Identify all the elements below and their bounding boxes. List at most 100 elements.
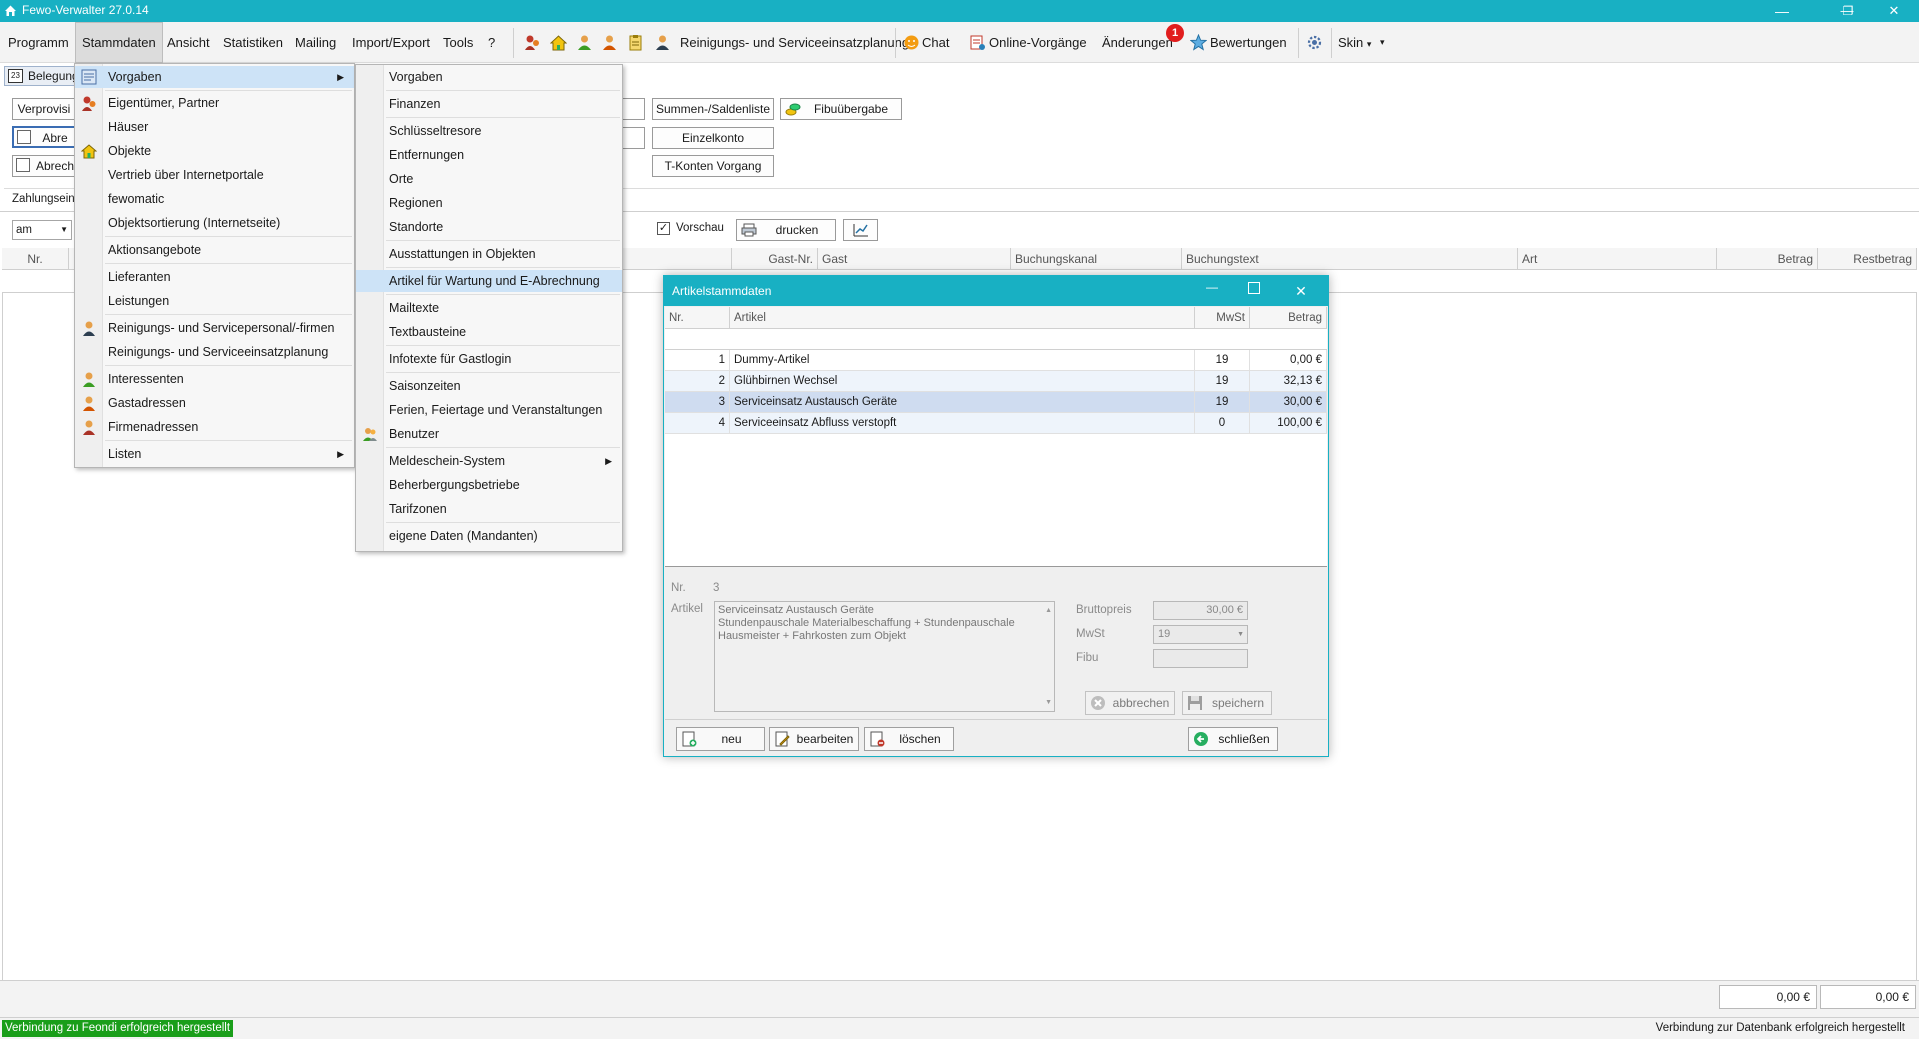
partial-input-field-2[interactable] — [620, 127, 645, 149]
menu-item-haeuser[interactable]: Häuser — [75, 116, 354, 138]
table-row[interactable]: 2 Glühbirnen Wechsel 19 32,13 € — [665, 371, 1327, 392]
menu-programm[interactable]: Programm — [2, 22, 75, 63]
col-header-mwst[interactable]: MwSt — [1195, 307, 1250, 329]
minimize-button-glyph[interactable]: — — [1759, 0, 1805, 22]
loeschen-button[interactable]: löschen — [864, 727, 954, 751]
submenu-item-mandanten[interactable]: eigene Daten (Mandanten) — [356, 525, 622, 547]
person-orange-icon[interactable] — [601, 34, 618, 51]
submenu-item-regionen[interactable]: Regionen — [356, 192, 622, 214]
scroll-up-icon[interactable]: ▲ — [1045, 604, 1052, 617]
grid-header-betrag[interactable]: Betrag — [1717, 248, 1818, 270]
mwst-select[interactable]: 19 ▼ — [1153, 625, 1248, 644]
submenu-item-orte[interactable]: Orte — [356, 168, 622, 190]
settings-gear-icon[interactable] — [1306, 34, 1323, 51]
verprovision-button[interactable]: Verprovisi — [12, 98, 76, 120]
menu-item-fewomatic[interactable]: fewomatic — [75, 188, 354, 210]
grid-header-art[interactable]: Art — [1518, 248, 1717, 270]
submenu-item-vorgaben[interactable]: Vorgaben — [356, 66, 622, 88]
submenu-item-standorte[interactable]: Standorte — [356, 216, 622, 238]
menu-item-aktionsangebote[interactable]: Aktionsangebote — [75, 239, 354, 261]
bearbeiten-button[interactable]: bearbeiten — [769, 727, 859, 751]
skin-menu[interactable]: Skin ▾ — [1332, 22, 1377, 63]
neu-button[interactable]: neu — [676, 727, 765, 751]
submenu-item-benutzer[interactable]: Benutzer — [356, 423, 622, 445]
grid-header-nr[interactable]: Nr. — [2, 248, 69, 270]
tab-belegung[interactable]: 23 Belegung — [4, 66, 79, 86]
scroll-down-icon[interactable]: ▼ — [1045, 696, 1052, 709]
submenu-item-entfernungen[interactable]: Entfernungen — [356, 144, 622, 166]
submenu-item-saisonzeiten[interactable]: Saisonzeiten — [356, 375, 622, 397]
menu-item-objektsortierung[interactable]: Objektsortierung (Internetseite) — [75, 212, 354, 234]
menu-item-interessenten[interactable]: Interessenten — [75, 368, 354, 390]
submenu-item-textbausteine[interactable]: Textbausteine — [356, 321, 622, 343]
partial-input-field[interactable] — [620, 98, 645, 120]
menu-tools[interactable]: Tools — [437, 22, 479, 63]
bruttopreis-field[interactable]: 30,00 € — [1153, 601, 1248, 620]
menu-import-export[interactable]: Import/Export — [346, 22, 436, 63]
speichern-button[interactable]: speichern — [1182, 691, 1272, 715]
menu-mailing[interactable]: Mailing — [289, 22, 342, 63]
abbrechen-button[interactable]: abbrechen — [1085, 691, 1175, 715]
chart-button[interactable] — [843, 219, 878, 241]
menu-item-serviceeinsatzplanung[interactable]: Reinigungs- und Serviceeinsatzplanung — [75, 341, 354, 363]
schliessen-button[interactable]: schließen — [1188, 727, 1278, 751]
abrechnung-button[interactable]: Abre — [12, 126, 76, 148]
person-green-icon[interactable] — [576, 34, 593, 51]
table-row[interactable]: 1 Dummy-Artikel 19 0,00 € — [665, 350, 1327, 371]
dialog-title-bar[interactable]: Artikelstammdaten — ✕ — [664, 276, 1328, 306]
fibu-field[interactable] — [1153, 649, 1248, 668]
menu-item-gastadressen[interactable]: Gastadressen — [75, 392, 354, 414]
submenu-item-ausstattungen[interactable]: Ausstattungen in Objekten — [356, 243, 622, 265]
submenu-item-infotexte[interactable]: Infotexte für Gastlogin — [356, 348, 622, 370]
dialog-close-button[interactable]: ✕ — [1290, 280, 1312, 302]
menu-item-leistungen[interactable]: Leistungen — [75, 290, 354, 312]
submenu-item-ferien[interactable]: Ferien, Feiertage und Veranstaltungen — [356, 399, 622, 421]
grid-header-restbetrag[interactable]: Restbetrag — [1818, 248, 1917, 270]
menu-item-firmenadressen[interactable]: Firmenadressen — [75, 416, 354, 438]
cleaning-planning-button[interactable]: Reinigungs- und Serviceeinsatzplanung — [674, 22, 915, 63]
table-filter-row[interactable] — [665, 329, 1327, 350]
print-button[interactable]: drucken — [736, 219, 836, 241]
submenu-item-tarifzonen[interactable]: Tarifzonen — [356, 498, 622, 520]
grid-header-gast-nr[interactable]: Gast-Nr. — [732, 248, 818, 270]
dialog-minimize-button[interactable]: — — [1201, 280, 1223, 302]
abrechnung-2-button[interactable]: Abrech — [12, 155, 76, 177]
submenu-item-finanzen[interactable]: Finanzen — [356, 93, 622, 115]
submenu-item-beherbergungsbetriebe[interactable]: Beherbergungsbetriebe — [356, 474, 622, 496]
col-header-nr[interactable]: Nr. — [665, 307, 730, 329]
table-row-selected[interactable]: 3 Serviceinsatz Austausch Geräte 19 30,0… — [665, 392, 1327, 413]
submenu-item-artikel[interactable]: Artikel für Wartung und E-Abrechnung — [356, 270, 622, 292]
ratings-button[interactable]: Bewertungen — [1204, 22, 1293, 63]
einzelkonto-button[interactable]: Einzelkonto — [652, 127, 774, 149]
submenu-item-schluesseltresore[interactable]: Schlüsseltresore — [356, 120, 622, 142]
table-row[interactable]: 4 Serviceeinsatz Abfluss verstopft 0 100… — [665, 413, 1327, 434]
t-konten-vorgang-button[interactable]: T-Konten Vorgang — [652, 155, 774, 177]
menu-help[interactable]: ? — [482, 22, 501, 63]
house-icon[interactable] — [550, 34, 567, 51]
menu-item-lieferanten[interactable]: Lieferanten — [75, 266, 354, 288]
owner-partner-icon[interactable] — [524, 34, 541, 51]
col-header-artikel[interactable]: Artikel — [730, 307, 1195, 329]
date-mode-select[interactable]: am ▼ — [12, 220, 72, 240]
submenu-item-mailtexte[interactable]: Mailtexte — [356, 297, 622, 319]
fibu-uebergabe-button[interactable]: Fibuübergabe — [780, 98, 902, 120]
grid-header-buchungstext[interactable]: Buchungstext — [1182, 248, 1518, 270]
menu-item-vorgaben[interactable]: Vorgaben ▶ — [75, 66, 354, 88]
col-header-betrag[interactable]: Betrag — [1250, 307, 1327, 329]
menu-item-vertrieb[interactable]: Vertrieb über Internetportale — [75, 164, 354, 186]
menu-stammdaten[interactable]: Stammdaten — [75, 22, 163, 63]
grid-header-buchungskanal[interactable]: Buchungskanal — [1011, 248, 1182, 270]
clipboard-icon[interactable] — [627, 34, 644, 51]
menu-ansicht[interactable]: Ansicht — [161, 22, 216, 63]
more-dropdown-arrow-icon[interactable]: ▾ — [1374, 22, 1391, 63]
online-transactions-button[interactable]: Online-Vorgänge — [983, 22, 1093, 63]
grid-header-gast[interactable]: Gast — [818, 248, 1011, 270]
submenu-item-meldeschein[interactable]: Meldeschein-System ▶ — [356, 450, 622, 472]
menu-statistiken[interactable]: Statistiken — [217, 22, 289, 63]
menu-item-servicepersonal[interactable]: Reinigungs- und Servicepersonal/-firmen — [75, 317, 354, 339]
restore-button[interactable]: ❐ — [1825, 0, 1871, 22]
close-window-button[interactable]: ✕ — [1871, 0, 1917, 22]
menu-item-objekte[interactable]: Objekte — [75, 140, 354, 162]
summen-saldenliste-button[interactable]: Summen-/Saldenliste — [652, 98, 774, 120]
chat-button[interactable]: Chat — [916, 22, 955, 63]
